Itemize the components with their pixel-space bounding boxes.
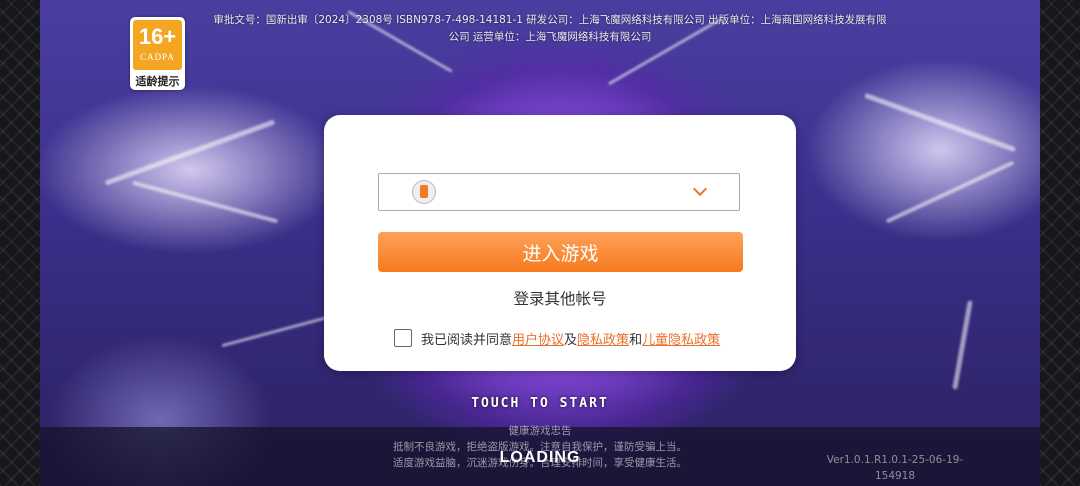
agreement-and-2: 和	[629, 332, 643, 348]
agreement-checkbox[interactable]	[394, 329, 412, 347]
touch-to-start-label[interactable]: TOUCH TO START	[0, 396, 1080, 411]
health-notice-title: 健康游戏忠告	[508, 425, 572, 437]
user-agreement-link[interactable]: 用户协议	[512, 329, 564, 348]
age-rating-label-box: 16+ CADPA	[133, 20, 182, 70]
age-rating-number: 16+	[138, 24, 177, 49]
login-other-account-link[interactable]: 登录其他帐号	[324, 287, 796, 309]
login-panel: 进入游戏 登录其他帐号 我已阅读并同意 用户协议 及 隐私政策 和 儿童隐私政策	[324, 115, 796, 371]
age-rating-badge: 16+ CADPA 适龄提示	[130, 17, 185, 90]
agreement-prefix: 我已阅读并同意	[421, 332, 513, 348]
age-rating-org: CADPA	[140, 52, 175, 62]
agreement-row: 我已阅读并同意 用户协议 及 隐私政策 和 儿童隐私政策	[394, 328, 720, 348]
phone-icon	[412, 180, 436, 204]
age-rating-tip: 适龄提示	[135, 75, 180, 88]
left-frame-border	[0, 0, 40, 486]
privacy-policy-link[interactable]: 隐私政策	[577, 329, 629, 348]
chevron-down-icon[interactable]	[692, 181, 708, 197]
child-privacy-policy-link[interactable]: 儿童隐私政策	[642, 329, 720, 348]
account-select-dropdown[interactable]	[378, 173, 740, 211]
license-line-2: 公司 运营单位：上海飞魔网络科技有限公司	[448, 31, 652, 43]
agreement-and-1: 及	[564, 332, 578, 348]
license-info: 审批文号：国新出审〔2024〕2308号 ISBN978-7-498-14181…	[192, 12, 908, 46]
version-label: Ver1.0.1.R1.0.1-25-06-19-154918	[826, 454, 964, 482]
license-line-1: 审批文号：国新出审〔2024〕2308号 ISBN978-7-498-14181…	[213, 14, 887, 26]
right-frame-border	[1040, 0, 1080, 486]
enter-game-button[interactable]: 进入游戏	[378, 232, 743, 272]
